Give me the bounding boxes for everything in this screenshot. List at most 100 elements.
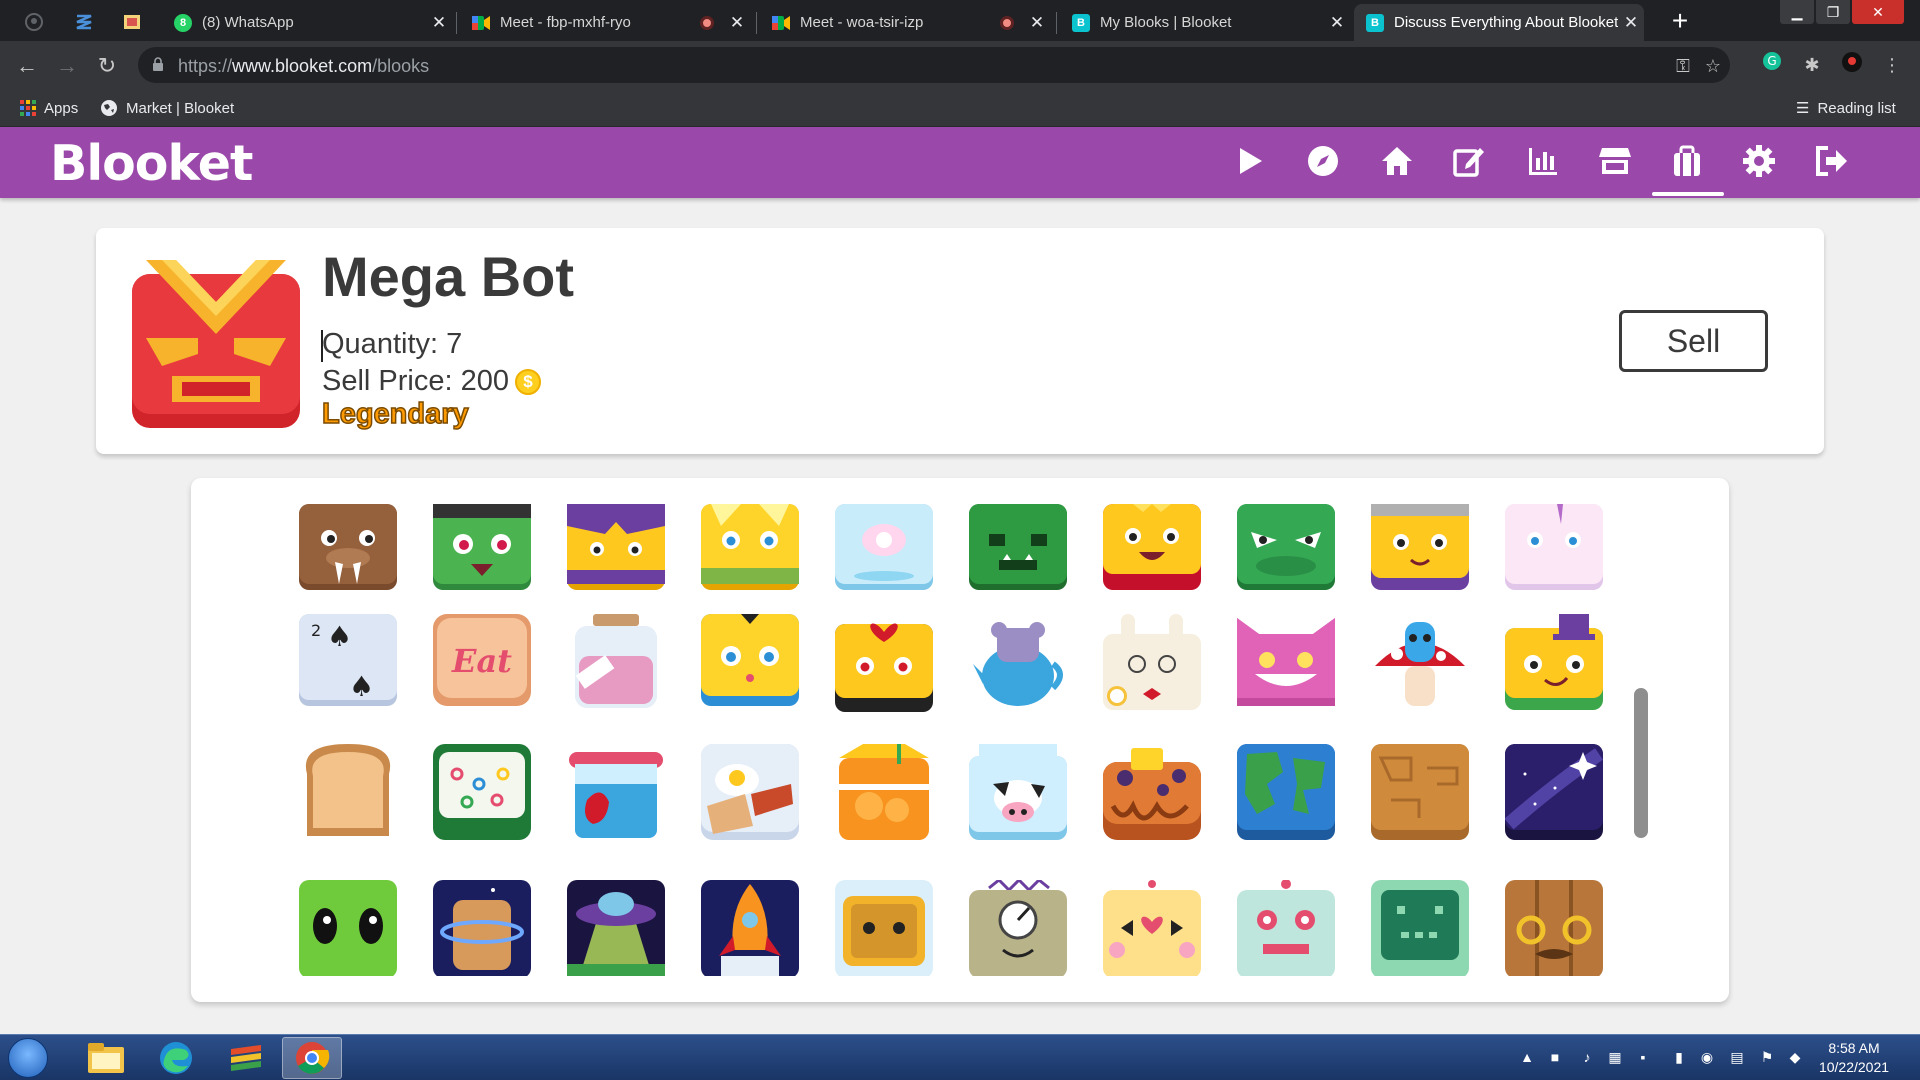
edit-icon[interactable]: [1450, 142, 1488, 180]
two-of-spades-blook[interactable]: 2 ♠ ♠: [299, 614, 397, 712]
drink-me-blook[interactable]: [567, 614, 665, 712]
key-icon[interactable]: ⚿: [1672, 55, 1694, 77]
sell-button[interactable]: Sell: [1619, 310, 1768, 372]
rocket-blook[interactable]: [701, 880, 799, 976]
grid-scrollbar[interactable]: [1634, 688, 1648, 838]
taskbar-clock[interactable]: 8:58 AM 10/22/2021: [1814, 1039, 1894, 1077]
back-icon[interactable]: ←: [12, 51, 42, 81]
market-icon[interactable]: [1596, 142, 1634, 180]
pinned-tab-icon[interactable]: [70, 8, 98, 36]
close-icon[interactable]: ✕: [1618, 13, 1644, 33]
flag-icon[interactable]: ⚑: [1758, 1048, 1776, 1066]
walrus-blook[interactable]: [299, 504, 397, 602]
milk-blook[interactable]: [969, 744, 1067, 842]
maximize-button[interactable]: ❐: [1816, 0, 1850, 24]
blooket-logo[interactable]: Blooket: [50, 135, 253, 192]
earth-blook[interactable]: [1237, 744, 1335, 842]
lil-bot-blook[interactable]: [835, 880, 933, 976]
menu-icon[interactable]: ⋮: [1878, 51, 1906, 79]
wood-bot-blook[interactable]: [1505, 880, 1603, 976]
tray-app-icon[interactable]: ▪: [1634, 1048, 1652, 1066]
reload-icon[interactable]: ↻: [92, 51, 122, 81]
mars-blook[interactable]: [1371, 744, 1469, 842]
tray-app-icon[interactable]: ▲: [1518, 1048, 1536, 1066]
tab-my-blooks[interactable]: B My Blooks | Blooket ✕: [1060, 4, 1350, 41]
orange-juice-blook[interactable]: [835, 744, 933, 842]
caterpillar-blook[interactable]: [1371, 614, 1469, 712]
volume-icon[interactable]: ♪: [1578, 1048, 1596, 1066]
unicorn-blook[interactable]: [1505, 504, 1603, 602]
gauge-bot-blook[interactable]: [969, 880, 1067, 976]
recording-icon: [1000, 15, 1014, 30]
tab-discuss-blooket[interactable]: B Discuss Everything About Blooket ✕: [1354, 4, 1644, 41]
blooks-icon[interactable]: [1668, 142, 1706, 180]
grammarly-icon[interactable]: G: [1758, 51, 1786, 79]
ufo-blook[interactable]: [567, 880, 665, 976]
bookmark-apps[interactable]: Apps: [20, 97, 78, 119]
minimize-button[interactable]: ▁: [1780, 0, 1814, 24]
github-icon[interactable]: [20, 8, 48, 36]
profile-avatar[interactable]: [1838, 51, 1866, 79]
extensions-icon[interactable]: ✱: [1798, 51, 1826, 79]
orc-blook[interactable]: [969, 504, 1067, 602]
address-bar[interactable]: https://www.blooket.com/blooks ⚿ ☆: [138, 47, 1730, 83]
edge-icon[interactable]: [146, 1037, 206, 1079]
tray-app-icon[interactable]: ■: [1546, 1048, 1564, 1066]
stats-icon[interactable]: [1524, 142, 1562, 180]
eat-me-blook[interactable]: Eat: [433, 614, 531, 712]
dragon-blook[interactable]: [1237, 504, 1335, 602]
logout-icon[interactable]: [1812, 142, 1850, 180]
tab-meet-2[interactable]: Meet - woa-tsir-izp ✕: [760, 4, 1050, 41]
tab-whatsapp[interactable]: 8 (8) WhatsApp ✕: [162, 4, 452, 41]
love-bot-blook[interactable]: [1103, 880, 1201, 976]
tray-app-icon[interactable]: ▤: [1728, 1048, 1746, 1066]
close-icon[interactable]: ✕: [426, 13, 452, 33]
network-icon[interactable]: ▦: [1606, 1048, 1624, 1066]
close-icon[interactable]: ✕: [1324, 13, 1350, 33]
tray-app-icon[interactable]: ◆: [1786, 1048, 1804, 1066]
settings-icon[interactable]: [1740, 142, 1778, 180]
blook-rarity: Legendary: [321, 397, 469, 431]
tab-meet-1[interactable]: Meet - fbp-mxhf-ryo ✕: [460, 4, 750, 41]
yogurt-blook[interactable]: [567, 744, 665, 842]
lovely-bot-blook[interactable]: [1371, 880, 1469, 976]
mad-hatter-blook[interactable]: [1505, 614, 1603, 712]
purple-hair-blook[interactable]: [567, 504, 665, 602]
white-rabbit-blook[interactable]: [1103, 614, 1201, 712]
chrome-icon[interactable]: [282, 1037, 342, 1079]
play-icon[interactable]: [1230, 142, 1268, 180]
home-icon[interactable]: [1378, 142, 1416, 180]
breakfast-combo-blook[interactable]: [701, 744, 799, 842]
file-explorer-icon[interactable]: [76, 1037, 136, 1079]
pinned-tab-icon[interactable]: [118, 8, 146, 36]
close-icon[interactable]: ✕: [1024, 13, 1050, 33]
frankenstein-blook[interactable]: [433, 504, 531, 602]
reading-list-button[interactable]: ☰ Reading list: [1796, 97, 1896, 119]
dormouse-teapot-blook[interactable]: [969, 614, 1067, 712]
cheshire-cat-blook[interactable]: [1237, 614, 1335, 712]
signal-icon[interactable]: ▮: [1670, 1048, 1688, 1066]
forward-icon[interactable]: →: [52, 51, 82, 81]
start-button[interactable]: [8, 1038, 48, 1078]
queen-of-hearts-blook[interactable]: [835, 614, 933, 712]
close-icon[interactable]: ✕: [724, 13, 750, 33]
tray-app-icon[interactable]: ◉: [1698, 1048, 1716, 1066]
cereal-blook[interactable]: [433, 744, 531, 842]
bluestacks-icon[interactable]: [216, 1037, 276, 1079]
space-toast-blook[interactable]: [433, 880, 531, 976]
queen-blook[interactable]: [1371, 504, 1469, 602]
fairy-blook[interactable]: [835, 504, 933, 602]
compass-icon[interactable]: [1304, 142, 1342, 180]
elf-blook[interactable]: [701, 504, 799, 602]
close-window-button[interactable]: ✕: [1852, 0, 1904, 24]
galaxy-blook[interactable]: [1505, 744, 1603, 842]
pancakes-blook[interactable]: [1103, 744, 1201, 842]
bookmark-market-blooket[interactable]: Market | Blooket: [100, 97, 234, 119]
king-blook[interactable]: [1103, 504, 1201, 602]
toast-blook[interactable]: [299, 744, 397, 842]
alice-blook[interactable]: [701, 614, 799, 712]
bookmark-star-icon[interactable]: ☆: [1702, 55, 1724, 77]
angry-bot-blook[interactable]: [1237, 880, 1335, 976]
alien-blook[interactable]: [299, 880, 397, 976]
new-tab-button[interactable]: +: [1665, 6, 1695, 36]
